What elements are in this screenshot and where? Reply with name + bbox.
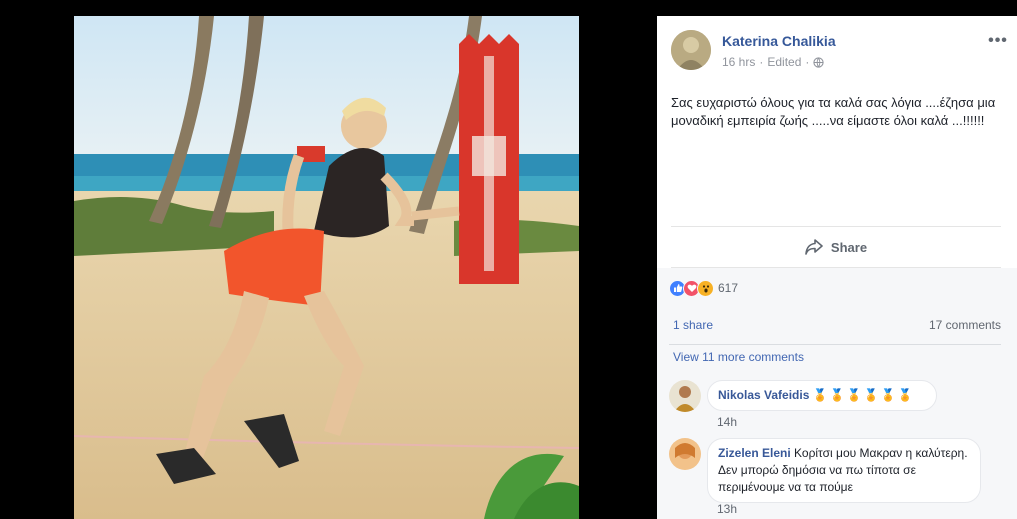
- comment: Nikolas Vafeidis 🏅🏅🏅🏅🏅🏅 14h: [669, 380, 1001, 430]
- post-side-panel: Katerina Chalikia 16 hrs · Edited · ••• …: [657, 16, 1017, 519]
- comment-time[interactable]: 14h: [717, 415, 737, 429]
- post-header: Katerina Chalikia 16 hrs · Edited · •••: [671, 30, 1011, 74]
- share-arrow-icon: [805, 239, 823, 255]
- globe-icon[interactable]: [813, 56, 825, 68]
- commenter-name[interactable]: Zizelen Eleni: [718, 446, 791, 460]
- post-text: Σας ευχαριστώ όλους για τα καλά σας λόγι…: [671, 95, 996, 128]
- commenter-avatar[interactable]: [669, 438, 701, 470]
- comment-time[interactable]: 13h: [717, 502, 737, 516]
- view-more-comments-link[interactable]: View 11 more comments: [673, 350, 804, 364]
- reaction-count: 617: [718, 281, 739, 295]
- comment: Zizelen Eleni Κορίτσι μου Μακραν η καλύτ…: [669, 438, 1001, 518]
- meta-separator: ·: [759, 55, 764, 69]
- share-label: Share: [830, 239, 868, 255]
- wow-reaction-icon: [697, 279, 714, 297]
- edited-label[interactable]: Edited: [767, 55, 801, 69]
- reactions-summary[interactable]: 617: [669, 278, 738, 298]
- share-button[interactable]: Share: [671, 226, 1001, 268]
- beach-runner-image: [74, 16, 579, 519]
- photo-viewer: Katerina Chalikia 16 hrs · Edited · ••• …: [0, 0, 1017, 519]
- meta-separator: ·: [805, 55, 810, 69]
- post-time[interactable]: 16 hrs: [722, 55, 755, 69]
- feedback-section: 617 1 share 17 comments View 11 more com…: [657, 268, 1017, 519]
- author-avatar[interactable]: [671, 30, 711, 70]
- share-count-link[interactable]: 1 share: [673, 318, 713, 336]
- comment-bubble: Zizelen Eleni Κορίτσι μου Μακραν η καλύτ…: [707, 438, 981, 503]
- comment-text: 🏅🏅🏅🏅🏅🏅: [812, 388, 915, 402]
- more-options-icon[interactable]: •••: [987, 33, 1009, 49]
- author-name[interactable]: Katerina Chalikia: [722, 33, 836, 49]
- divider: [669, 344, 1001, 345]
- engagement-counts: 1 share 17 comments: [673, 318, 1001, 336]
- post-meta: 16 hrs · Edited ·: [722, 55, 825, 69]
- photo-pane: [0, 0, 657, 519]
- comment-count-link[interactable]: 17 comments: [929, 318, 1001, 336]
- comment-bubble: Nikolas Vafeidis 🏅🏅🏅🏅🏅🏅: [707, 380, 937, 411]
- post-photo[interactable]: [74, 16, 579, 519]
- commenter-name[interactable]: Nikolas Vafeidis: [718, 388, 809, 402]
- commenter-avatar[interactable]: [669, 380, 701, 412]
